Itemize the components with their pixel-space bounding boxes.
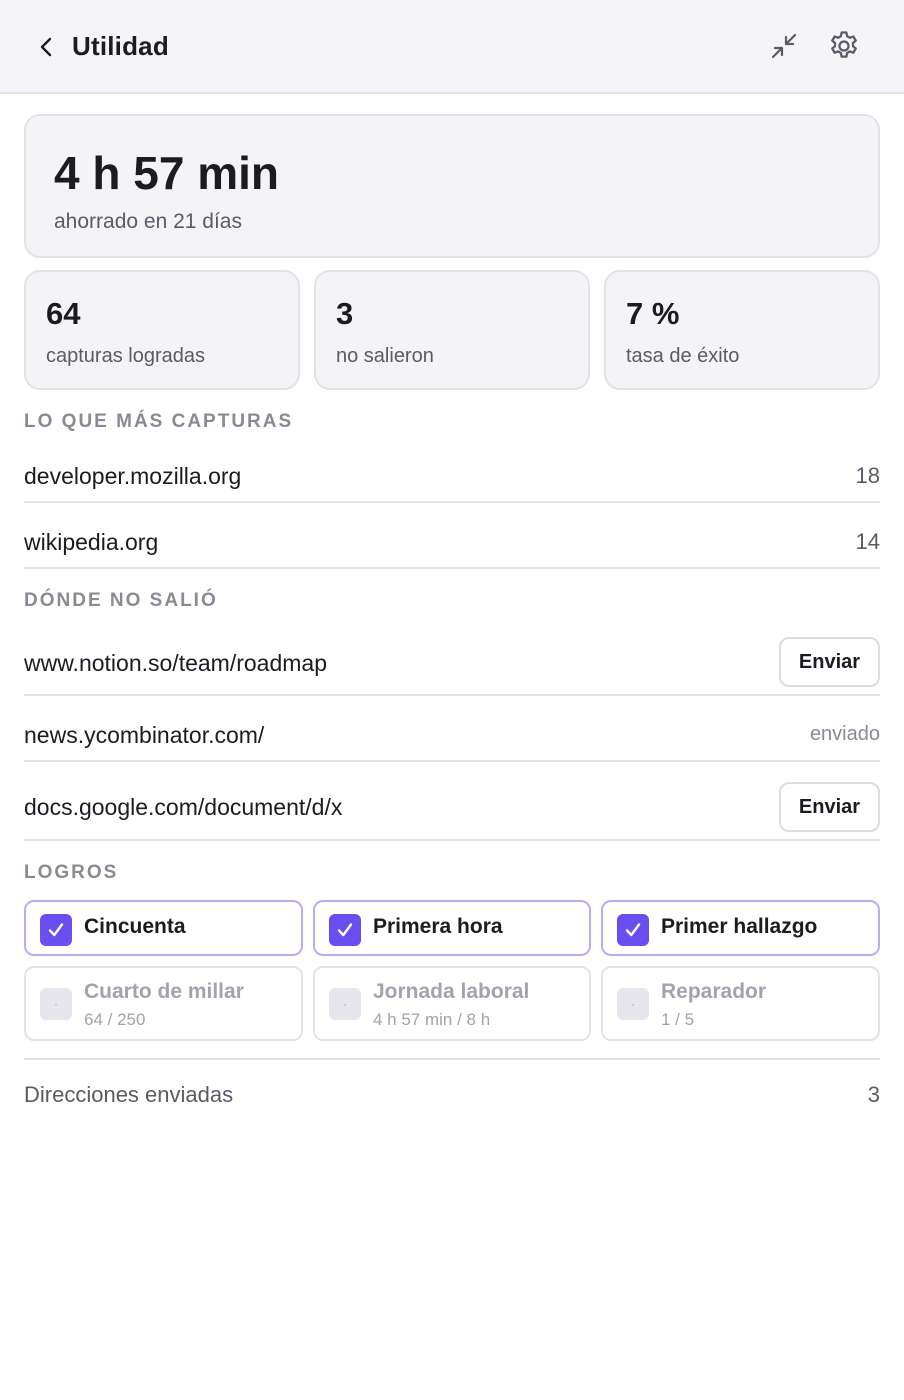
- time-saved-value: 4 h 57 min: [54, 147, 279, 199]
- stat-value: 7 %: [626, 296, 680, 331]
- dot-icon: ·: [631, 997, 635, 1011]
- achievement-locked: · Cuarto de millar 64 / 250: [24, 966, 303, 1041]
- checkbox-checked: [617, 914, 649, 946]
- list-item: developer.mozilla.org 18: [24, 448, 880, 503]
- checkbox-unchecked: ·: [617, 988, 649, 1020]
- stat-label: tasa de éxito: [626, 345, 740, 367]
- achievement-unlocked: Primer hallazgo: [601, 900, 880, 956]
- sent-addresses-label: Direcciones enviadas: [24, 1082, 234, 1107]
- achievement-unlocked: Primera hora: [313, 900, 591, 956]
- stat-card-captures: 64 capturas logradas: [24, 270, 300, 390]
- list-item: www.notion.so/team/roadmap Enviar: [24, 630, 880, 696]
- site-name: developer.mozilla.org: [24, 463, 242, 489]
- send-button[interactable]: Enviar: [779, 637, 880, 687]
- achievement-title: Primer hallazgo: [661, 915, 818, 938]
- failed-url: www.notion.so/team/roadmap: [24, 650, 327, 676]
- achievement-locked: · Reparador 1 / 5: [601, 966, 880, 1041]
- list-item: docs.google.com/document/d/x Enviar: [24, 762, 880, 841]
- checkbox-checked: [40, 914, 72, 946]
- achievement-progress: 4 h 57 min / 8 h: [373, 1010, 491, 1029]
- check-icon: [625, 923, 641, 937]
- achievement-title: Cincuenta: [84, 915, 186, 938]
- achievement-progress: 1 / 5: [661, 1010, 695, 1029]
- site-count: 14: [855, 529, 880, 554]
- time-saved-caption: ahorrado en 21 días: [54, 210, 242, 233]
- checkbox-unchecked: ·: [40, 988, 72, 1020]
- check-icon: [337, 923, 353, 937]
- stat-value: 64: [46, 296, 81, 331]
- divider: [24, 1058, 880, 1060]
- settings-button[interactable]: [824, 26, 864, 66]
- collapse-icon: [771, 33, 797, 59]
- sent-status: enviado: [809, 723, 880, 745]
- sent-addresses-count: 3: [867, 1082, 880, 1107]
- achievement-title: Primera hora: [373, 915, 503, 938]
- achievement-title: Reparador: [661, 980, 767, 1003]
- stat-card-failed: 3 no salieron: [314, 270, 590, 390]
- stat-label: capturas logradas: [46, 345, 205, 367]
- stat-label: no salieron: [336, 345, 434, 367]
- site-count: 18: [855, 463, 880, 488]
- checkbox-checked: [329, 914, 361, 946]
- list-item: wikipedia.org 14: [24, 503, 880, 569]
- time-saved-card: 4 h 57 min ahorrado en 21 días: [24, 114, 880, 258]
- gear-icon: [831, 31, 857, 58]
- stat-value: 3: [336, 296, 354, 331]
- achievement-unlocked: Cincuenta: [24, 900, 303, 956]
- stat-card-success-rate: 7 % tasa de éxito: [604, 270, 880, 390]
- chevron-left-icon: [40, 37, 52, 57]
- achievement-progress: 64 / 250: [84, 1010, 146, 1029]
- send-button[interactable]: Enviar: [779, 782, 880, 832]
- failed-url: docs.google.com/document/d/x: [24, 794, 343, 820]
- collapse-button[interactable]: [764, 26, 804, 66]
- section-heading-failures: DÓNDE NO SALIÓ: [24, 590, 218, 611]
- achievement-title: Cuarto de millar: [84, 980, 244, 1003]
- failed-url: news.ycombinator.com/: [24, 722, 265, 748]
- header-bar: Utilidad: [0, 0, 904, 94]
- dot-icon: ·: [54, 997, 58, 1011]
- dot-icon: ·: [343, 997, 347, 1011]
- achievement-locked: · Jornada laboral 4 h 57 min / 8 h: [313, 966, 591, 1041]
- check-icon: [48, 923, 64, 937]
- site-name: wikipedia.org: [24, 529, 159, 555]
- back-button[interactable]: [30, 30, 64, 64]
- section-heading-top-captures: LO QUE MÁS CAPTURAS: [24, 411, 294, 432]
- achievement-title: Jornada laboral: [373, 980, 530, 1003]
- list-item: news.ycombinator.com/ enviado: [24, 696, 880, 762]
- page-title: Utilidad: [72, 31, 169, 61]
- section-heading-achievements: LOGROS: [24, 862, 119, 883]
- checkbox-unchecked: ·: [329, 988, 361, 1020]
